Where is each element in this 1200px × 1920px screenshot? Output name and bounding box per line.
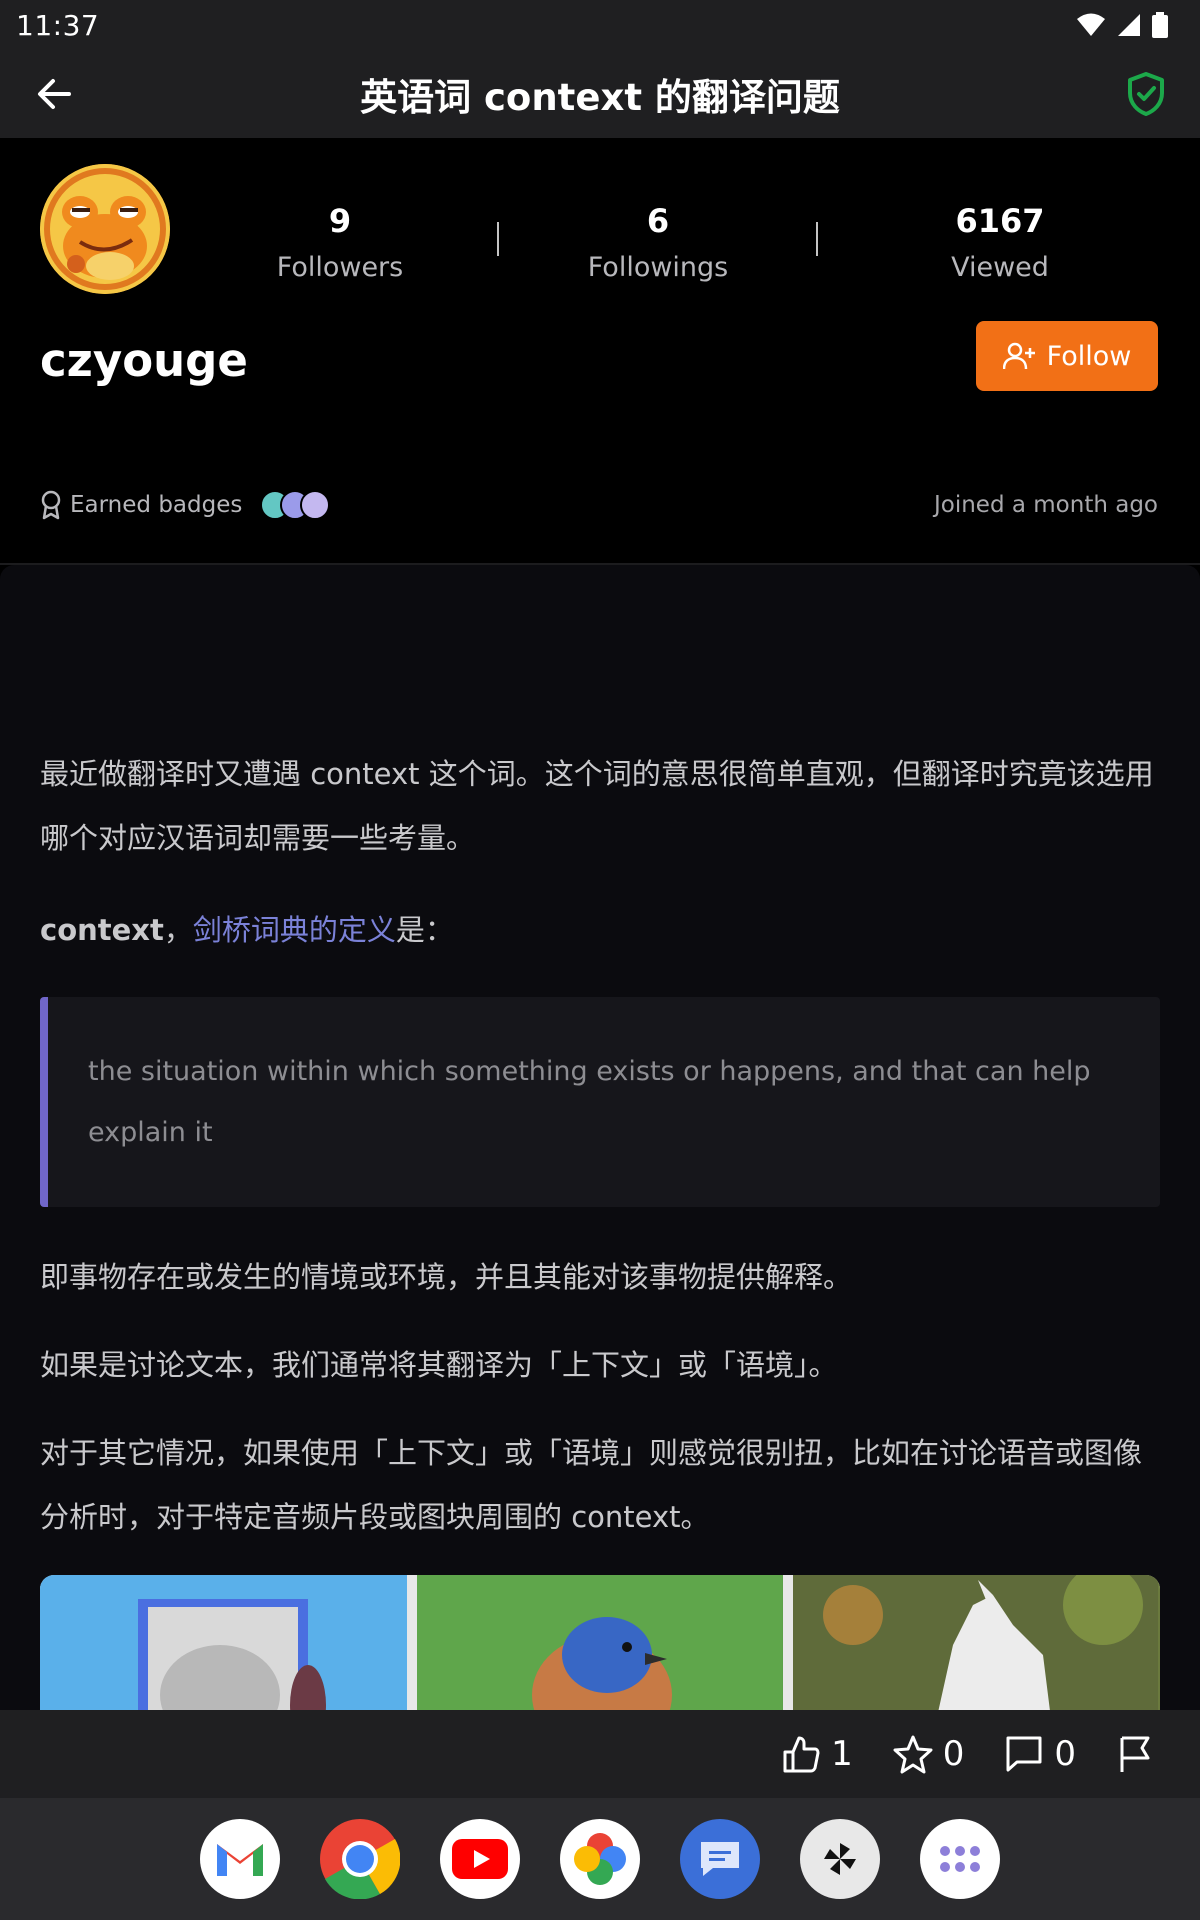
- definition-suffix: 是：: [395, 913, 454, 947]
- stat-followers[interactable]: 9 Followers: [220, 202, 460, 283]
- bird-photo-icon: [416, 1575, 782, 1710]
- article-paragraph: 最近做翻译时又遭遇 context 这个词。这个词的意思很简单直观，但翻译时究竟…: [40, 757, 1154, 855]
- page-title: 英语词 context 的翻译问题: [360, 76, 840, 119]
- messages-app[interactable]: [680, 1819, 760, 1899]
- star-icon: [893, 1735, 933, 1774]
- app-bar: 英语词 context 的翻译问题: [0, 50, 1200, 138]
- profile-stats: 9 Followers 6 Followings 6167 Viewed: [220, 202, 1160, 283]
- favorite-button[interactable]: 0: [893, 1734, 965, 1774]
- wolf-photo-icon: [793, 1575, 1159, 1710]
- definition-line: context，剑桥词典的定义是：: [40, 898, 1160, 962]
- badge-icon: [300, 490, 331, 520]
- followings-label: Followings: [587, 252, 729, 283]
- definition-term: context: [40, 913, 164, 947]
- earned-badges[interactable]: Earned badges: [40, 490, 331, 520]
- stat-viewed: 6167 Viewed: [880, 202, 1120, 283]
- award-icon: [41, 490, 61, 520]
- dog-image-panel: [40, 1575, 407, 1710]
- status-bar: 11:37: [0, 0, 1200, 50]
- joined-date: Joined a month ago: [933, 492, 1158, 518]
- stat-followings[interactable]: 6 Followings: [538, 202, 778, 283]
- back-button[interactable]: [28, 68, 80, 120]
- wifi-icon: [1077, 13, 1105, 36]
- badge-list: [260, 490, 331, 520]
- article-paragraph: 对于其它情况，如果使用「上下文」或「语境」则感觉很别扭，比如在讨论语音或图像分析…: [40, 1436, 1143, 1534]
- article-paragraph: 即事物存在或发生的情境或环境，并且其能对该事物提供解释。: [40, 1260, 853, 1294]
- photos-icon: [574, 1833, 626, 1885]
- gmail-app[interactable]: [200, 1819, 280, 1899]
- like-button[interactable]: 1: [781, 1734, 853, 1774]
- user-plus-icon: [1002, 342, 1035, 370]
- article-image[interactable]: [40, 1575, 1160, 1710]
- badges-label: Earned badges: [70, 492, 243, 518]
- gmail-icon: [217, 1844, 263, 1876]
- arrow-left-icon: [38, 79, 71, 109]
- app-drawer-icon: [940, 1846, 980, 1872]
- messages-icon: [701, 1842, 739, 1876]
- like-count: 1: [831, 1734, 853, 1774]
- definition-separator: ，: [163, 913, 193, 947]
- viewed-label: Viewed: [951, 252, 1049, 283]
- battery-icon: [1152, 12, 1168, 38]
- chrome-icon: [320, 1819, 400, 1899]
- app-dock: [0, 1798, 1200, 1920]
- follow-button[interactable]: Follow: [976, 321, 1158, 391]
- stat-divider: [816, 222, 818, 256]
- thumbs-up-icon: [783, 1736, 820, 1773]
- article-body: 最近做翻译时又遭遇 context 这个词。这个词的意思很简单直观，但翻译时究竟…: [0, 565, 1200, 1710]
- username: czyouge: [40, 334, 248, 387]
- dog-photo-icon: [138, 1599, 326, 1710]
- post-actions-bar: 1 0 0: [0, 1710, 1200, 1798]
- flag-icon: [1120, 1736, 1150, 1772]
- comment-count: 0: [1054, 1734, 1076, 1774]
- bird-image-panel: [416, 1575, 784, 1710]
- article-paragraph: 如果是讨论文本，我们通常将其翻译为「上下文」或「语境」。: [40, 1348, 838, 1382]
- stat-divider: [497, 222, 499, 256]
- followers-label: Followers: [276, 252, 404, 283]
- cambridge-dictionary-link[interactable]: 剑桥词典的定义: [193, 913, 396, 947]
- pinwheel-icon: [824, 1843, 856, 1875]
- youtube-icon: [452, 1839, 508, 1879]
- pinwheel-app[interactable]: [800, 1819, 880, 1899]
- viewed-count: 6167: [955, 202, 1045, 240]
- report-button[interactable]: [1116, 1734, 1154, 1774]
- profile-header: 9 Followers 6 Followings 6167 Viewed czy…: [0, 138, 1200, 564]
- status-time: 11:37: [16, 8, 100, 42]
- comment-button[interactable]: 0: [1004, 1734, 1076, 1774]
- photos-app[interactable]: [560, 1819, 640, 1899]
- shield-check-icon: [1128, 72, 1164, 116]
- star-count: 0: [942, 1734, 965, 1774]
- quote-text: the situation within which something exi…: [88, 1056, 1091, 1148]
- blockquote: the situation within which something exi…: [40, 997, 1160, 1207]
- status-icons: [1076, 12, 1168, 38]
- followings-count: 6: [646, 202, 670, 240]
- youtube-app[interactable]: [440, 1819, 520, 1899]
- signal-icon: [1118, 14, 1140, 36]
- frog-avatar-icon: [40, 164, 170, 294]
- security-button[interactable]: [1120, 68, 1172, 120]
- followers-count: 9: [328, 202, 352, 240]
- follow-label: Follow: [1046, 340, 1132, 372]
- avatar[interactable]: [40, 164, 170, 294]
- chrome-app[interactable]: [320, 1819, 400, 1899]
- app-drawer[interactable]: [920, 1819, 1000, 1899]
- comment-icon: [1006, 1736, 1042, 1772]
- wolf-image-panel: [793, 1575, 1160, 1710]
